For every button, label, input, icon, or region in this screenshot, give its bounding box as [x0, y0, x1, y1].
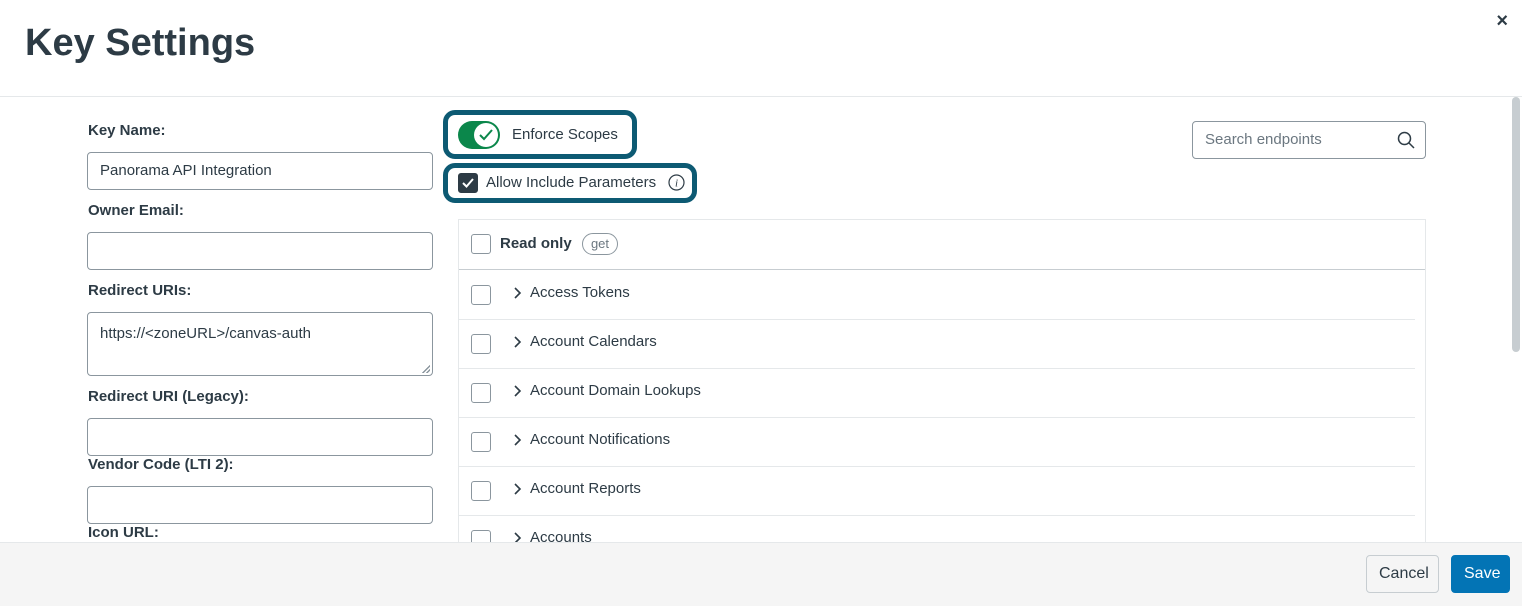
- redirect-uri-legacy-input[interactable]: [87, 418, 433, 456]
- icon-url-label: Icon URL:: [88, 524, 159, 541]
- scope-group-label[interactable]: Account Reports: [530, 480, 641, 497]
- key-name-input[interactable]: Panorama API Integration: [87, 152, 433, 190]
- chevron-right-icon[interactable]: [513, 434, 523, 446]
- check-icon: [462, 178, 474, 188]
- close-icon[interactable]: ×: [1496, 10, 1508, 33]
- scope-group-label[interactable]: Account Domain Lookups: [530, 382, 701, 399]
- dialog-footer: [0, 542, 1522, 606]
- scrollbar-thumb[interactable]: [1512, 97, 1520, 352]
- dialog-title: Key Settings: [25, 22, 256, 64]
- chevron-right-icon[interactable]: [513, 483, 523, 495]
- read-only-checkbox[interactable]: [471, 234, 491, 254]
- scope-group-checkbox[interactable]: [471, 334, 491, 354]
- read-only-label: Read only: [500, 235, 572, 252]
- toggle-knob: [474, 123, 498, 147]
- enforce-scopes-label: Enforce Scopes: [512, 126, 618, 143]
- search-icon[interactable]: [1397, 131, 1415, 149]
- scope-group-checkbox[interactable]: [471, 481, 491, 501]
- check-icon: [479, 129, 493, 141]
- dialog-header: Key Settings ×: [0, 0, 1522, 97]
- owner-email-label: Owner Email:: [88, 202, 184, 219]
- redirect-uris-value: https://<zoneURL>/canvas-auth: [100, 325, 311, 342]
- get-badge: get: [582, 233, 618, 255]
- svg-text:i: i: [675, 178, 678, 190]
- redirect-uris-textarea[interactable]: https://<zoneURL>/canvas-auth: [87, 312, 433, 376]
- redirect-uris-label: Redirect URIs:: [88, 282, 192, 299]
- resize-handle-icon[interactable]: [422, 365, 430, 373]
- scope-group-checkbox[interactable]: [471, 383, 491, 403]
- vendor-code-input[interactable]: [87, 486, 433, 524]
- search-placeholder: Search endpoints: [1205, 131, 1322, 148]
- scope-group-label[interactable]: Account Notifications: [530, 431, 670, 448]
- cancel-button[interactable]: Cancel: [1366, 555, 1439, 593]
- chevron-right-icon[interactable]: [513, 287, 523, 299]
- allow-include-checkbox[interactable]: [458, 173, 478, 193]
- chevron-right-icon[interactable]: [513, 385, 523, 397]
- search-endpoints-input[interactable]: Search endpoints: [1192, 121, 1426, 159]
- redirect-uri-legacy-label: Redirect URI (Legacy):: [88, 388, 249, 405]
- vendor-code-label: Vendor Code (LTI 2):: [88, 456, 234, 473]
- scope-group-label[interactable]: Account Calendars: [530, 333, 657, 350]
- info-icon[interactable]: i: [668, 174, 685, 191]
- save-button[interactable]: Save: [1451, 555, 1510, 593]
- owner-email-input[interactable]: [87, 232, 433, 270]
- allow-include-label: Allow Include Parameters: [486, 174, 657, 191]
- scope-group-label[interactable]: Access Tokens: [530, 284, 630, 301]
- scope-group-checkbox[interactable]: [471, 285, 491, 305]
- chevron-right-icon[interactable]: [513, 336, 523, 348]
- key-name-label: Key Name:: [88, 122, 166, 139]
- scope-group-checkbox[interactable]: [471, 432, 491, 452]
- enforce-scopes-toggle[interactable]: [458, 121, 500, 149]
